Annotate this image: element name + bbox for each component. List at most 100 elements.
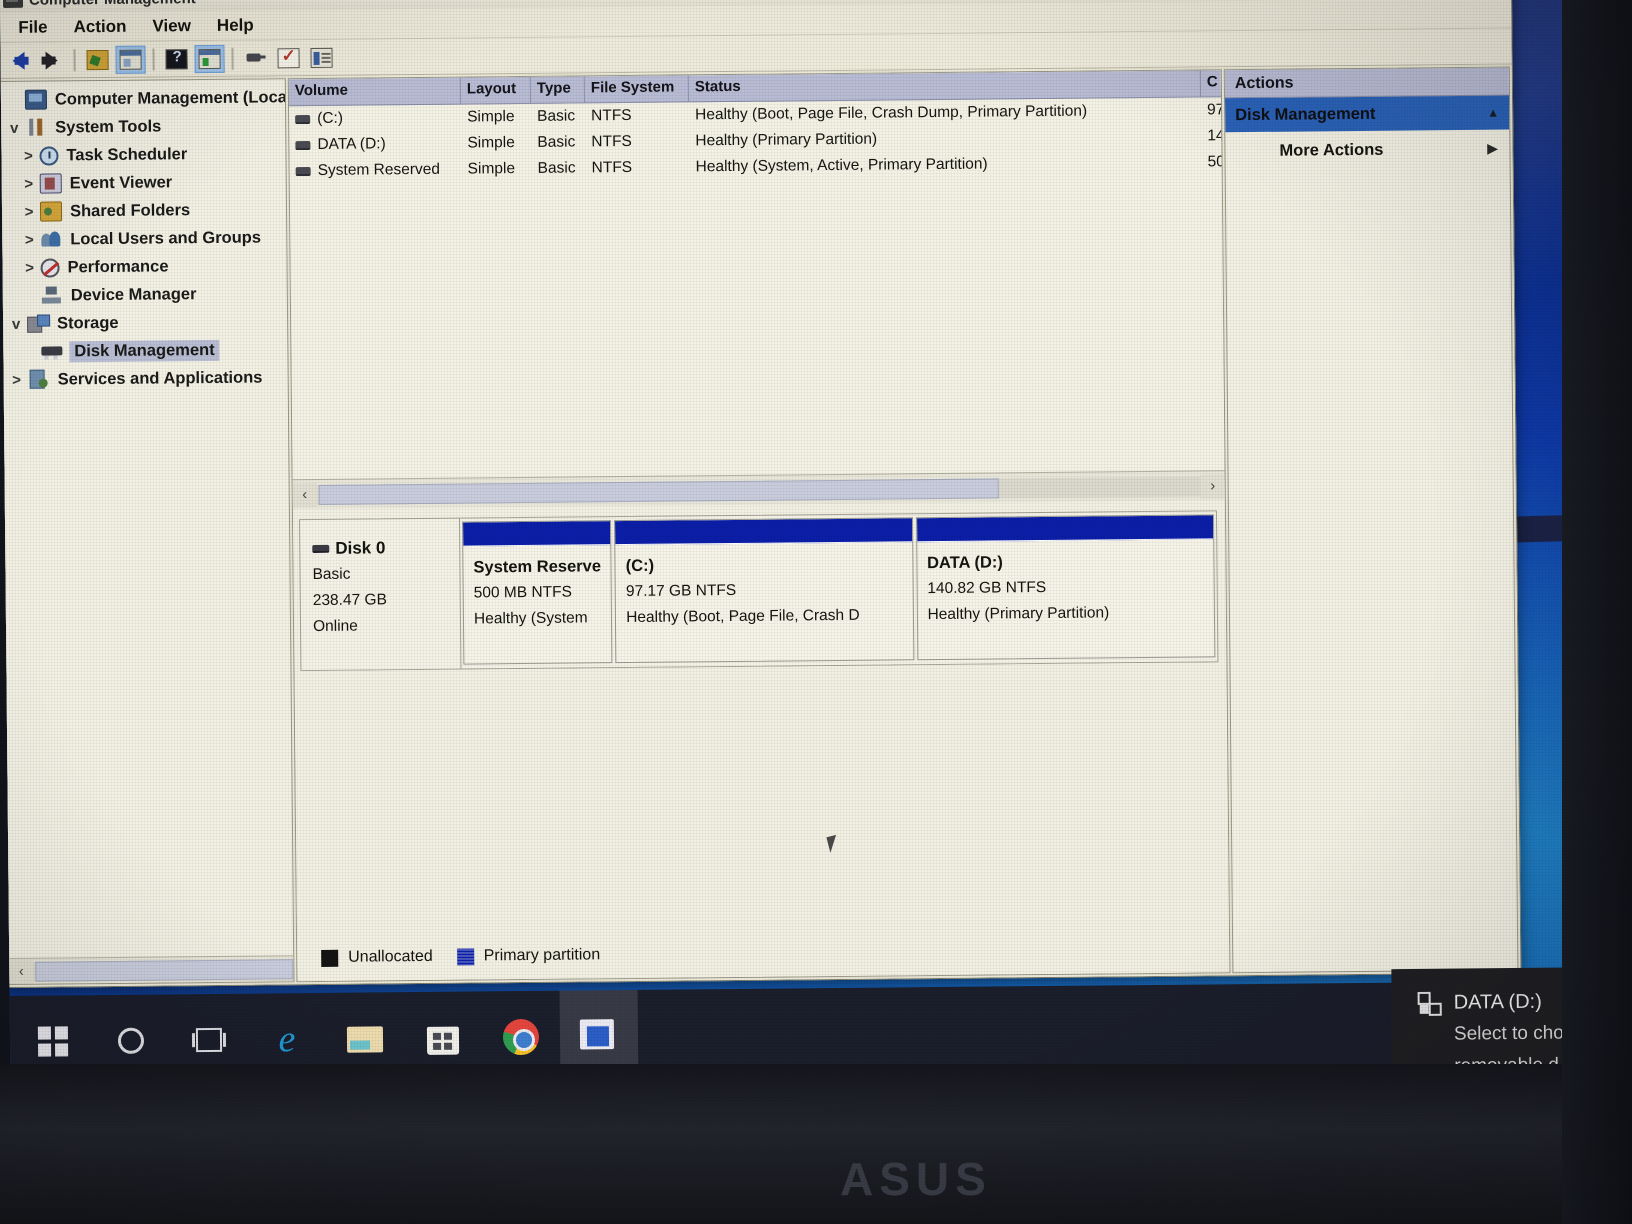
unallocated-swatch-icon (321, 949, 339, 967)
chrome-icon (502, 1018, 540, 1056)
refresh-button[interactable] (273, 44, 303, 72)
tree-item-label: Storage (57, 313, 119, 332)
column-header-status[interactable]: Status (688, 70, 1201, 102)
column-header-file-system[interactable]: File System (584, 75, 690, 103)
partition-c-drive[interactable]: (C:) 97.17 GB NTFS Healthy (Boot, Page F… (614, 517, 914, 664)
column-header-type[interactable]: Type (530, 76, 586, 103)
disk-icon (312, 544, 330, 554)
scrollbar-thumb[interactable] (318, 477, 999, 505)
tree-item-disk-management[interactable]: Disk Management (5, 335, 287, 366)
cell-layout: Simple (467, 134, 515, 152)
scrollbar-track[interactable] (316, 475, 1201, 505)
tree-item-services-and-applications[interactable]: > Services and Applications (6, 363, 288, 394)
console-tree: Computer Management (Local v System Tool… (1, 79, 293, 958)
chevron-down-icon[interactable]: v (5, 315, 27, 332)
column-header-layout[interactable]: Layout (460, 76, 532, 104)
chevron-right-icon[interactable]: > (6, 371, 28, 388)
partition-color-bar (916, 515, 1214, 543)
help-button[interactable] (161, 45, 191, 73)
show-hide-console-tree-button[interactable] (115, 45, 146, 74)
device-manager-icon (41, 285, 63, 305)
properties-button[interactable] (240, 44, 270, 72)
partition-system-reserved[interactable]: System Reserve 500 MB NTFS Healthy (Syst… (462, 520, 613, 665)
console-tree-pane: Computer Management (Local v System Tool… (0, 78, 295, 985)
menu-help[interactable]: Help (204, 12, 267, 39)
drive-icon (295, 114, 311, 124)
chevron-down-icon[interactable]: v (3, 119, 25, 136)
show-hide-action-pane-button[interactable] (194, 44, 225, 73)
tree-item-shared-folders[interactable]: > Shared Folders (4, 195, 286, 226)
chevron-right-icon[interactable]: > (18, 203, 40, 220)
up-folder-button[interactable] (82, 45, 112, 73)
performance-icon (40, 257, 60, 278)
action-more-actions[interactable]: More Actions ▶ (1225, 130, 1509, 171)
chevron-right-icon: ▶ (1487, 140, 1498, 156)
forward-arrow-icon (45, 50, 58, 70)
menu-file[interactable]: File (5, 14, 61, 41)
column-header-capacity[interactable]: C (1201, 70, 1221, 96)
tree-item-task-scheduler[interactable]: > Task Scheduler (3, 139, 285, 170)
tree-item-local-users-and-groups[interactable]: > Local Users and Groups (4, 223, 286, 254)
scrollbar-thumb[interactable] (35, 958, 294, 982)
computer-management-icon (580, 1019, 618, 1053)
primary-partition-swatch-icon (456, 947, 474, 966)
photo-of-monitor: Computer Management File Action View Hel… (0, 0, 1632, 1224)
show-hide-console-tree-icon (119, 49, 142, 70)
tree-item-label: Performance (67, 256, 169, 276)
export-list-icon (310, 47, 333, 68)
monitor-bezel-right (1562, 0, 1632, 1224)
disk-0-name: Disk 0 (335, 538, 386, 558)
tree-item-event-viewer[interactable]: > Event Viewer (4, 167, 286, 198)
partition-size: 97.17 GB NTFS (625, 581, 737, 601)
partition-text: DATA (D:) 140.82 GB NTFS Healthy (Primar… (917, 539, 1214, 628)
chevron-right-icon[interactable]: > (18, 231, 40, 248)
export-list-button[interactable] (306, 43, 336, 71)
scroll-left-icon[interactable]: ‹ (9, 959, 34, 984)
tree-item-device-manager[interactable]: Device Manager (5, 279, 287, 310)
tree-item-label: Disk Management (69, 339, 220, 362)
drive-icon (295, 140, 311, 150)
tree-horizontal-scrollbar[interactable]: ‹ › (9, 955, 294, 984)
cell-volume-label: DATA (D:) (317, 135, 386, 153)
users-icon (40, 229, 62, 249)
tree-item-label: Task Scheduler (66, 144, 188, 164)
partition-data-d-drive[interactable]: DATA (D:) 140.82 GB NTFS Healthy (Primar… (915, 514, 1216, 661)
chevron-right-icon[interactable]: > (17, 147, 39, 164)
back-arrow-icon (12, 51, 25, 70)
tree-item-performance[interactable]: > Performance (4, 251, 286, 282)
disk-0-row[interactable]: Disk 0 Basic 238.47 GB Online System Res… (298, 510, 1219, 672)
menu-action[interactable]: Action (60, 13, 139, 40)
chevron-right-icon[interactable]: > (18, 175, 40, 192)
partition-size: 500 MB NTFS (473, 583, 572, 602)
column-header-volume[interactable]: Volume (288, 77, 462, 106)
tree-item-root[interactable]: Computer Management (Local (3, 83, 292, 114)
clock-icon (39, 145, 59, 166)
forward-button[interactable] (36, 46, 66, 74)
monitor-brand-logo: ASUS (840, 1153, 992, 1205)
tree-item-system-tools[interactable]: v System Tools (3, 111, 285, 142)
menu-view[interactable]: View (139, 13, 204, 40)
scrollbar-track[interactable] (33, 958, 294, 982)
scroll-left-icon[interactable]: ‹ (292, 482, 317, 507)
chevron-up-icon[interactable]: ▲ (1487, 106, 1499, 120)
tree-item-storage[interactable]: v Storage (5, 307, 287, 338)
cell-layout: Simple (467, 108, 515, 126)
chevron-right-icon[interactable]: > (18, 259, 40, 276)
toast-title: DATA (D:) (1453, 990, 1542, 1014)
help-icon (165, 48, 188, 69)
actions-pane: Actions Disk Management ▲ More Actions ▶ (1223, 66, 1519, 974)
action-label: More Actions (1279, 140, 1384, 160)
disk-0-info: Disk 0 Basic 238.47 GB Online (300, 518, 462, 671)
refresh-icon (277, 47, 300, 68)
window-body: Computer Management (Local v System Tool… (0, 64, 1521, 987)
cell-capacity: 97 (1207, 101, 1222, 119)
actions-group-disk-management[interactable]: Disk Management ▲ (1224, 95, 1510, 133)
tree-item-label: Services and Applications (57, 367, 263, 388)
cell-type: Basic (537, 107, 576, 125)
cell-volume-label: System Reserved (317, 160, 441, 179)
back-button[interactable] (3, 46, 33, 74)
partition-name: (C:) (625, 556, 655, 576)
volume-list: Volume Layout Type File System Status C (288, 70, 1225, 510)
scroll-right-icon[interactable]: › (1200, 473, 1225, 498)
partition-size: 140.82 GB NTFS (927, 578, 1047, 598)
